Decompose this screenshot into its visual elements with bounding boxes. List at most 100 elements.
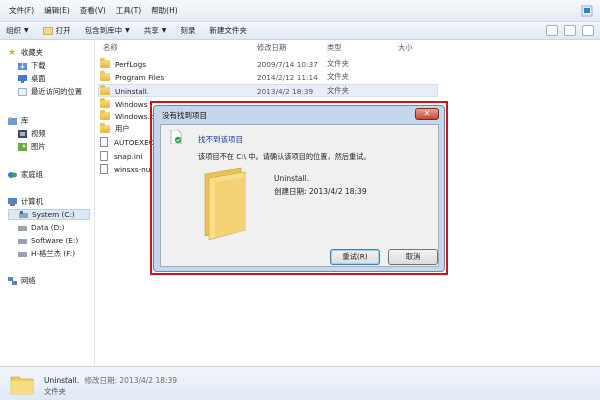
nav-videos-label: 视频 (31, 129, 46, 138)
organize-button[interactable]: 组织 ▼ (6, 25, 29, 36)
nav-favorites[interactable]: ★ 收藏夹 (8, 48, 43, 58)
share-button[interactable]: 共享 ▼ (144, 25, 167, 36)
file-row[interactable]: AUTOEXEC (100, 136, 154, 148)
open-icon (42, 27, 53, 35)
file-icon (100, 164, 108, 174)
nav-libraries[interactable]: 库 (8, 116, 28, 126)
details-name: Uninstall. (44, 376, 80, 385)
organize-label: 组织 (6, 26, 21, 35)
file-type: 文件夹 (327, 72, 349, 81)
column-name[interactable]: 名称 (103, 43, 118, 53)
details-type: 文件夹 (44, 387, 66, 396)
open-button[interactable]: 打开 (42, 25, 71, 36)
file-name: AUTOEXEC (114, 137, 154, 147)
nav-drive-c[interactable]: System (C:) (8, 209, 90, 220)
nav-drive-e[interactable]: Software (E:) (18, 236, 78, 245)
file-row[interactable]: 用户 (100, 123, 130, 135)
file-row[interactable]: winsxs-nul (100, 163, 152, 175)
nav-homegroup[interactable]: 家庭组 (8, 170, 43, 180)
file-name: winsxs-nul (114, 164, 153, 174)
burn-label: 刻录 (180, 26, 196, 35)
file-date: 2009/7/14 10:37 (257, 59, 318, 69)
folder-icon (10, 376, 34, 395)
nav-downloads-label: 下载 (31, 61, 46, 70)
file-row[interactable]: PerfLogs 2009/7/14 10:37 文件夹 (100, 58, 349, 70)
file-name: Windows.o (115, 111, 155, 121)
drive-icon (18, 238, 27, 244)
column-size[interactable]: 大小 (398, 43, 413, 53)
warning-document-icon (170, 130, 182, 144)
open-label: 打开 (55, 26, 71, 35)
nav-pictures-label: 图片 (31, 142, 46, 151)
downloads-icon (18, 63, 27, 70)
command-bar: 组织 ▼ 打开 包含到库中 ▼ 共享 ▼ 刻录 新建文件夹 (0, 22, 600, 40)
nav-recent[interactable]: 最近访问的位置 (18, 87, 82, 97)
nav-computer-label: 计算机 (21, 197, 43, 206)
new-folder-label: 新建文件夹 (209, 26, 247, 35)
dialog-body: 找不到该项目 该项目不在 C:\ 中。请确认该项目的位置，然后重试。 Unins… (160, 124, 439, 267)
column-modified[interactable]: 修改日期 (257, 43, 286, 53)
details-modified: 修改日期: 2013/4/2 18:39 (84, 376, 178, 385)
computer-icon (8, 198, 17, 206)
nav-drive-c-label: System (C:) (32, 210, 75, 219)
nav-drive-e-label: Software (E:) (31, 236, 79, 245)
folder-icon (100, 58, 110, 68)
nav-drive-d-label: Data (D:) (31, 223, 65, 232)
nav-desktop-label: 桌面 (31, 74, 46, 83)
file-name: Program Files (115, 72, 165, 82)
cancel-button[interactable]: 取消 (388, 249, 438, 265)
include-in-library-button[interactable]: 包含到库中 ▼ (85, 25, 130, 36)
burn-button[interactable]: 刻录 (180, 25, 195, 36)
drive-icon (18, 252, 27, 257)
file-name: Windows (115, 99, 148, 109)
menu-help[interactable]: 帮助(H) (146, 5, 183, 16)
menu-file[interactable]: 文件(F) (4, 5, 39, 16)
nav-computer[interactable]: 计算机 (8, 197, 43, 207)
column-type[interactable]: 类型 (327, 43, 342, 53)
nav-pictures[interactable]: 图片 (18, 142, 46, 152)
nav-downloads[interactable]: 下载 (18, 61, 46, 71)
flag-icon (581, 5, 593, 17)
nav-drive-d[interactable]: Data (D:) (18, 223, 65, 232)
dialog-close-button[interactable]: ✕ (415, 108, 439, 120)
file-row[interactable]: Windows (100, 98, 148, 110)
folder-icon (100, 98, 110, 108)
nav-network[interactable]: 网络 (8, 276, 36, 286)
menu-tools[interactable]: 工具(T) (111, 5, 146, 16)
details-pane: Uninstall. 修改日期: 2013/4/2 18:39 文件夹 (0, 366, 600, 400)
file-row[interactable]: Windows.o (100, 110, 154, 122)
preview-pane-icon[interactable] (564, 25, 576, 36)
menu-view[interactable]: 查看(V) (75, 5, 111, 16)
file-date: 2013/4/2 18:39 (257, 86, 314, 96)
file-icon (100, 137, 108, 147)
file-row[interactable]: snap.ini (100, 150, 143, 162)
include-in-library-label: 包含到库中 (84, 26, 123, 35)
navigation-pane: ★ 收藏夹 下载 桌面 最近访问的位置 库 视频 图片 家庭组 计算机 Syst… (0, 41, 95, 366)
details-item: Uninstall. 修改日期: 2013/4/2 18:39 (44, 375, 177, 386)
file-name: Uninstall. (115, 86, 150, 96)
folder-icon (204, 167, 246, 241)
file-type: 文件夹 (327, 86, 349, 95)
retry-button[interactable]: 重试(R) (330, 249, 380, 265)
nav-network-label: 网络 (21, 276, 36, 285)
nav-libraries-label: 库 (21, 116, 29, 125)
dialog-message: 该项目不在 C:\ 中。请确认该项目的位置，然后重试。 (198, 152, 371, 161)
folder-icon (100, 71, 110, 81)
menu-edit[interactable]: 编辑(E) (39, 5, 75, 16)
new-folder-button[interactable]: 新建文件夹 (209, 25, 247, 36)
chevron-down-icon: ▼ (24, 27, 29, 34)
nav-favorites-label: 收藏夹 (21, 48, 43, 57)
share-label: 共享 (143, 26, 159, 35)
settings-file-icon (100, 151, 108, 161)
chevron-down-icon: ▼ (161, 27, 167, 34)
star-icon: ★ (8, 48, 17, 58)
file-row[interactable]: Uninstall. 2013/4/2 18:39 文件夹 (100, 85, 349, 97)
nav-recent-label: 最近访问的位置 (31, 87, 83, 96)
view-options-icon[interactable] (546, 25, 558, 36)
nav-desktop[interactable]: 桌面 (18, 74, 46, 84)
folder-icon (100, 110, 110, 120)
nav-drive-f[interactable]: H-格兰杰 (F:) (18, 249, 75, 259)
nav-videos[interactable]: 视频 (18, 129, 46, 139)
file-row[interactable]: Program Files 2014/2/12 11:14 文件夹 (100, 71, 349, 83)
help-icon[interactable] (582, 25, 594, 36)
